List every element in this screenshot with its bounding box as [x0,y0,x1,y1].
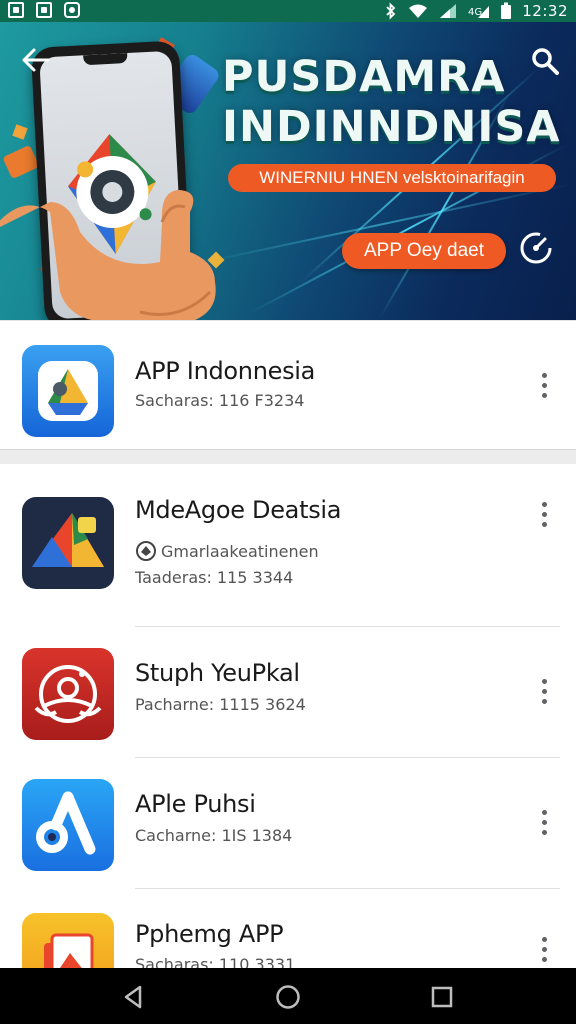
featured-app-card: APP Indonnesia Sacharas: 116 F3234 [0,320,576,450]
app-name: APle Puhsi [135,790,256,818]
more-options-button[interactable] [532,367,556,403]
app-name: APP Indonnesia [135,357,316,385]
banner-tagline: WINERNIU HNEN velsktoinarifagin [228,164,556,192]
app-developer: Gmarlaakeatinenen [135,540,319,562]
signal-icon [440,4,457,18]
app-subtitle: Taaderas: 115 3344 [135,568,294,587]
photo-notification-icon [36,2,52,18]
home-circle-icon[interactable] [273,982,303,1012]
wifi-icon [409,4,428,18]
phone-notch [83,53,128,66]
app-notification-icon [64,2,80,18]
developer-badge-icon [136,541,156,561]
app-name: Pphemg APP [135,920,284,948]
image-notification-icon [8,2,24,18]
banner-title: PUSDAMRA INDINNDNISA [222,52,572,152]
bluetooth-icon [386,2,396,20]
app-subtitle: Pacharne: 1115 3624 [135,695,306,714]
back-arrow-icon[interactable] [18,42,54,78]
list-item[interactable]: Pphemg APP Sacharas: 110 3331 [0,889,576,1005]
list-item[interactable]: Stuph YeuPkal Pacharne: 1115 3624 [0,627,576,758]
battery-icon [501,2,512,19]
app-name: MdeAgoe Deatsia [135,496,342,524]
more-options-button[interactable] [532,673,556,709]
more-options-button[interactable] [532,804,556,840]
drive-triangle-icon [22,345,114,437]
camera-person-icon [22,648,114,740]
back-triangle-icon[interactable] [118,982,148,1012]
list-item[interactable]: APP Indonnesia Sacharas: 116 F3234 [0,321,576,451]
status-bar: 4G 12:32 [0,0,576,22]
signal-2-icon: 4G [468,6,490,18]
hand-illustration [0,190,216,320]
app-subtitle: Cacharne: 1IS 1384 [135,826,293,845]
colorful-triangle-icon [22,497,114,589]
clock: 12:32 [522,2,568,20]
promo-banner[interactable]: PUSDAMRA INDINNDNISA WINERNIU HNEN velsk… [0,22,576,320]
system-icons: 4G 12:32 [384,1,568,21]
section-separator [0,450,576,464]
notification-icons [8,2,80,18]
developer-name: Gmarlaakeatinenen [161,541,319,561]
confetti-shape [12,124,28,140]
gauge-icon[interactable] [518,230,554,266]
more-options-button[interactable] [532,931,556,967]
list-item[interactable]: MdeAgoe Deatsia Gmarlaakeatinenen Taader… [0,464,576,627]
app-name: Stuph YeuPkal [135,659,300,687]
app-subtitle: Sacharas: 116 F3234 [135,391,305,410]
list-item[interactable]: APle Puhsi Cacharne: 1IS 1384 [0,758,576,889]
banner-title-line1: PUSDAMRA [222,52,506,102]
navigation-bar [0,968,576,1024]
banner-app-button[interactable]: APP Oey daet [342,233,506,269]
more-options-button[interactable] [532,496,556,532]
banner-title-line2: INDINNDNISA [222,102,561,152]
blue-a-icon [22,779,114,871]
screen: 4G 12:32 PUSDAMRA INDINNDNISA WINERNIU H… [0,0,576,1024]
recents-square-icon[interactable] [427,982,457,1012]
app-list: MdeAgoe Deatsia Gmarlaakeatinenen Taader… [0,464,576,1005]
